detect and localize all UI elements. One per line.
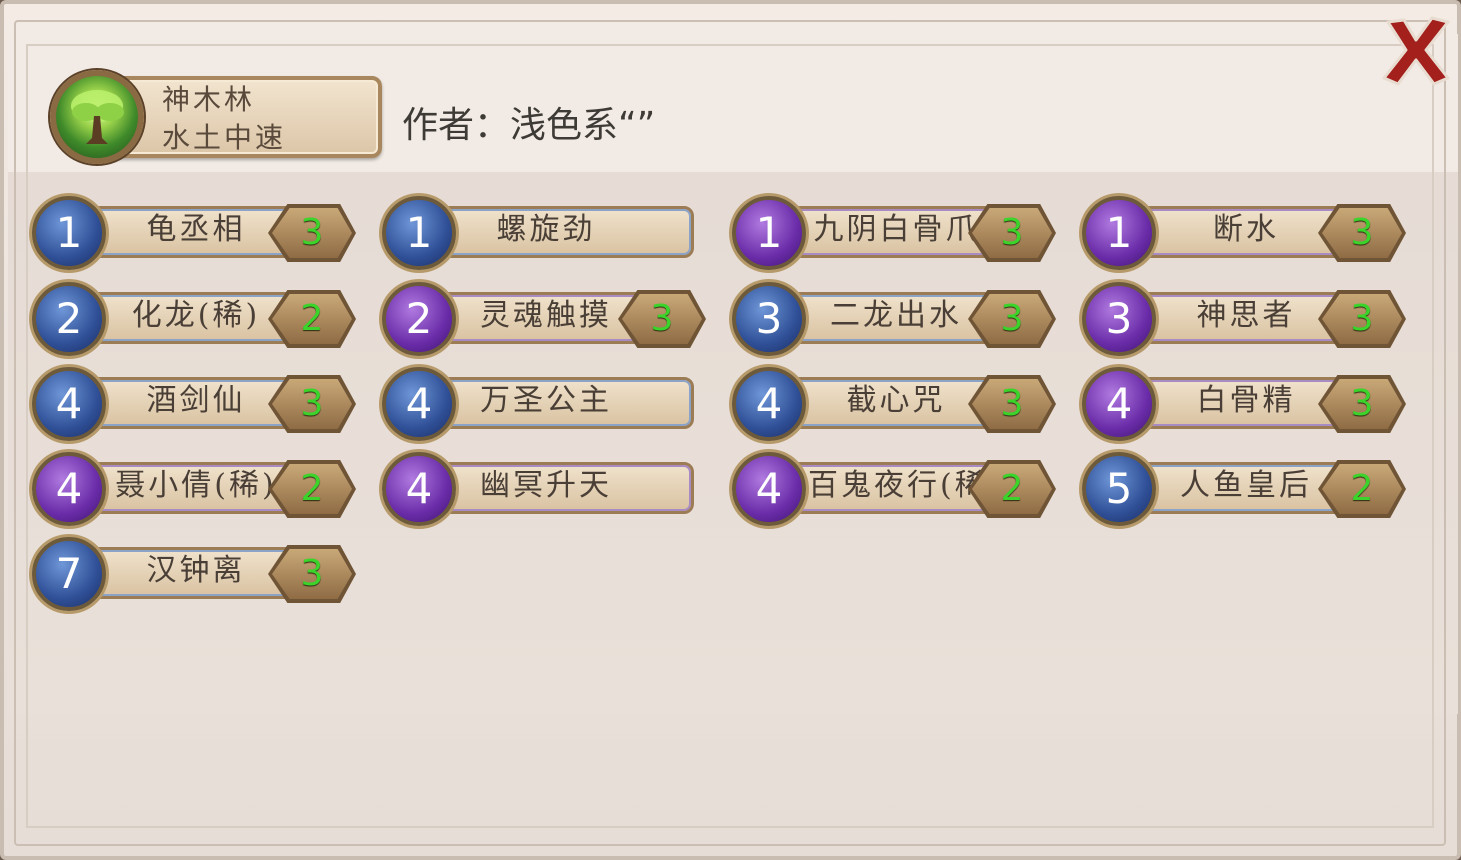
card-cost-orb: 3	[1082, 282, 1156, 356]
tree-icon-graphic	[71, 90, 124, 144]
card-name: 百鬼夜行(稀)	[808, 468, 984, 503]
card-slot[interactable]: 九阴白骨爪 3 1	[732, 196, 1062, 270]
card-slot[interactable]: 幽冥升天 4	[382, 452, 712, 526]
author-label: 作者：浅色系“”	[402, 105, 656, 146]
card-slot[interactable]: 百鬼夜行(稀) 2 4	[732, 452, 1062, 526]
card-name: 白骨精	[1196, 383, 1296, 418]
card-slot[interactable]: 二龙出水 3 3	[732, 282, 1062, 356]
card-slot[interactable]: 酒剑仙 3 4	[32, 367, 362, 441]
card-name: 灵魂触摸	[480, 298, 612, 333]
card-cost-orb: 7	[32, 537, 106, 611]
card-name: 酒剑仙	[146, 383, 246, 418]
card-cost-orb: 4	[382, 367, 456, 441]
card-cost-orb: 2	[382, 282, 456, 356]
card-slot[interactable]: 人鱼皇后 2 5	[1082, 452, 1412, 526]
card-cost-orb: 5	[1082, 452, 1156, 526]
card-name: 汉钟离	[146, 553, 246, 588]
card-name: 九阴白骨爪	[813, 212, 979, 247]
close-x-icon	[1382, 16, 1450, 86]
card-name: 人鱼皇后	[1180, 468, 1312, 503]
card-name: 化龙(稀)	[131, 298, 261, 333]
card-cost-orb: 1	[32, 196, 106, 270]
card-slot[interactable]: 灵魂触摸 3 2	[382, 282, 712, 356]
card-name: 聂小倩(稀)	[115, 468, 277, 503]
card-slot[interactable]: 聂小倩(稀) 2 4	[32, 452, 362, 526]
card-cost-orb: 3	[732, 282, 806, 356]
card-cost-orb: 4	[732, 452, 806, 526]
card-name: 螺旋劲	[496, 212, 596, 247]
card-slot[interactable]: 螺旋劲 1	[382, 196, 712, 270]
deck-header-card: 神木林 水土中速	[42, 70, 386, 164]
close-button[interactable]	[1378, 16, 1454, 88]
card-name: 二龙出水	[830, 298, 962, 333]
card-slot[interactable]: 白骨精 3 4	[1082, 367, 1412, 441]
card-slot[interactable]: 汉钟离 3 7	[32, 537, 362, 611]
card-slot[interactable]: 龟丞相 3 1	[32, 196, 362, 270]
card-cost-orb: 4	[382, 452, 456, 526]
card-cost-orb: 1	[382, 196, 456, 270]
card-slot[interactable]: 神思者 3 3	[1082, 282, 1412, 356]
card-slot[interactable]: 万圣公主 4	[382, 367, 712, 441]
card-name: 龟丞相	[146, 212, 246, 247]
deck-name: 神木林	[162, 83, 256, 116]
card-name: 万圣公主	[480, 383, 612, 418]
card-slot[interactable]: 截心咒 3 4	[732, 367, 1062, 441]
card-cost-orb: 1	[1082, 196, 1156, 270]
card-cost-orb: 4	[32, 452, 106, 526]
card-cost-orb: 4	[1082, 367, 1156, 441]
card-slot[interactable]: 断水 3 1	[1082, 196, 1412, 270]
card-name: 幽冥升天	[480, 468, 612, 503]
card-name: 神思者	[1196, 298, 1296, 333]
card-slot[interactable]: 化龙(稀) 2 2	[32, 282, 362, 356]
card-cost-orb: 2	[32, 282, 106, 356]
card-cost-orb: 1	[732, 196, 806, 270]
deck-tags: 水土中速	[162, 121, 287, 154]
card-cost-orb: 4	[732, 367, 806, 441]
deck-detail-panel: 神木林 水土中速 作者：浅色系“” 龟丞相 3 1 螺旋劲 1 九阴白骨爪 3 1 断水 3 1 化龙…	[0, 0, 1461, 860]
card-name: 断水	[1213, 212, 1279, 247]
tree-icon	[50, 70, 144, 164]
card-name: 截心咒	[846, 383, 946, 418]
card-cost-orb: 4	[32, 367, 106, 441]
